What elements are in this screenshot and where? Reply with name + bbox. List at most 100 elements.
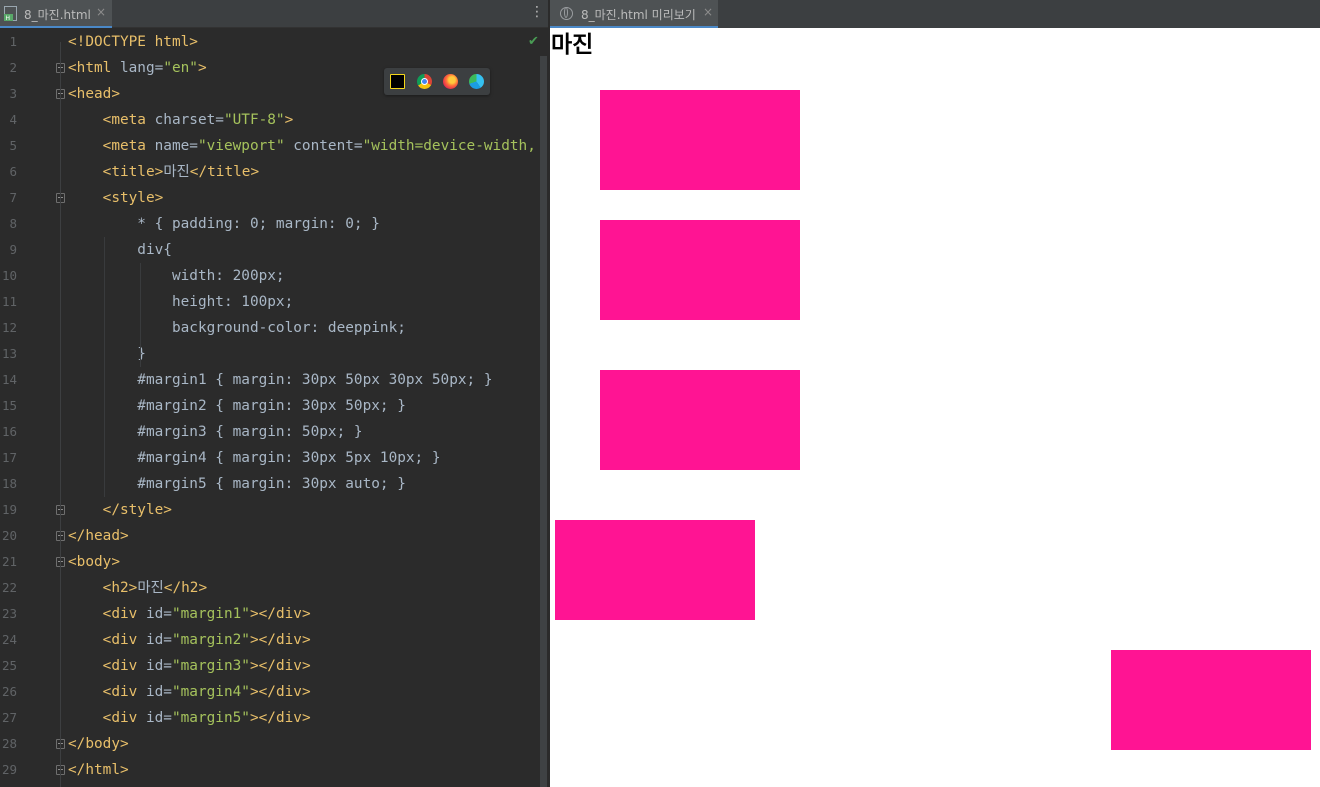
line-number: 28 xyxy=(1,736,17,751)
code-text[interactable]: <div id="margin5"></div> xyxy=(68,705,311,731)
code-text[interactable]: #margin4 { margin: 30px 5px 10px; } xyxy=(68,445,440,471)
code-text[interactable]: #margin2 { margin: 30px 50px; } xyxy=(68,393,406,419)
line-number: 15 xyxy=(1,398,17,413)
margin1-box xyxy=(600,90,800,190)
code-line[interactable]: 10 width: 200px; xyxy=(0,263,548,289)
code-line[interactable]: 12 background-color: deeppink; xyxy=(0,315,548,341)
editor-tab-bar: H 8_마진.html × ⋮ xyxy=(0,0,548,28)
code-line[interactable]: 26 <div id="margin4"></div> xyxy=(0,679,548,705)
line-number: 13 xyxy=(1,346,17,361)
preview-tab-bar: 8_마진.html 미리보기 × xyxy=(548,0,1320,28)
firefox-icon[interactable] xyxy=(443,74,458,89)
code-text[interactable]: <title>마진</title> xyxy=(68,159,259,185)
code-text[interactable]: <body> xyxy=(68,549,120,575)
code-text[interactable]: </head> xyxy=(68,523,129,549)
code-line[interactable]: 6 <title>마진</title> xyxy=(0,159,548,185)
code-text[interactable]: <meta charset="UTF-8"> xyxy=(68,107,294,133)
code-line[interactable]: 4 <meta charset="UTF-8"> xyxy=(0,107,548,133)
margin2-box xyxy=(600,220,800,320)
line-number: 18 xyxy=(1,476,17,491)
editor-scrollbar[interactable] xyxy=(540,56,547,787)
pycharm-icon[interactable] xyxy=(390,74,405,89)
code-text[interactable]: #margin1 { margin: 30px 50px 30px 50px; … xyxy=(68,367,492,393)
code-text[interactable]: </style> xyxy=(68,497,172,523)
code-text[interactable]: <div id="margin4"></div> xyxy=(68,679,311,705)
line-number: 2 xyxy=(9,60,17,75)
gutter-separator xyxy=(60,42,61,787)
code-text[interactable]: <div id="margin3"></div> xyxy=(68,653,311,679)
code-text[interactable]: width: 200px; xyxy=(68,263,285,289)
code-text[interactable]: <div id="margin2"></div> xyxy=(68,627,311,653)
code-line[interactable]: 17 #margin4 { margin: 30px 5px 10px; } xyxy=(0,445,548,471)
svg-text:H: H xyxy=(6,15,11,21)
code-text[interactable]: <meta name="viewport" content="width=dev… xyxy=(68,133,536,159)
line-number: 19 xyxy=(1,502,17,517)
html-file-icon: H xyxy=(4,6,17,21)
code-text[interactable]: height: 100px; xyxy=(68,289,293,315)
code-line[interactable]: 24 <div id="margin2"></div> xyxy=(0,627,548,653)
line-number: 14 xyxy=(1,372,17,387)
code-text[interactable]: <head> xyxy=(68,81,120,107)
close-icon[interactable]: × xyxy=(96,5,106,19)
code-line[interactable]: 28 </body> xyxy=(0,731,548,757)
line-number: 11 xyxy=(1,294,17,309)
code-line[interactable]: 22 <h2>마진</h2> xyxy=(0,575,548,601)
chrome-icon[interactable] xyxy=(417,74,432,89)
code-line[interactable]: 18 #margin5 { margin: 30px auto; } xyxy=(0,471,548,497)
code-editor-pane[interactable]: H 8_마진.html × ⋮ 1 <!DOCTYPE html> 2 <html l… xyxy=(0,0,548,787)
line-number: 24 xyxy=(1,632,17,647)
code-text[interactable]: <div id="margin1"></div> xyxy=(68,601,311,627)
code-text[interactable]: div{ xyxy=(68,237,172,263)
code-text[interactable]: <style> xyxy=(68,185,164,211)
edge-icon[interactable] xyxy=(469,74,484,89)
code-line[interactable]: 15 #margin2 { margin: 30px 50px; } xyxy=(0,393,548,419)
code-line[interactable]: 13 } xyxy=(0,341,548,367)
indent-guide xyxy=(140,263,141,367)
code-line[interactable]: 5 <meta name="viewport" content="width=d… xyxy=(0,133,548,159)
code-line[interactable]: 23 <div id="margin1"></div> xyxy=(0,601,548,627)
code-text[interactable]: </html> xyxy=(68,757,129,783)
line-number: 26 xyxy=(1,684,17,699)
indent-guide xyxy=(104,237,105,497)
pane-divider[interactable] xyxy=(548,0,550,787)
line-number: 5 xyxy=(9,138,17,153)
code-line[interactable]: 8 * { padding: 0; margin: 0; } xyxy=(0,211,548,237)
code-text[interactable]: <html lang="en"> xyxy=(68,55,207,81)
line-number: 1 xyxy=(9,34,17,49)
code-line[interactable]: 16 #margin3 { margin: 50px; } xyxy=(0,419,548,445)
line-number: 29 xyxy=(1,762,17,777)
code-line[interactable]: 20 </head> xyxy=(0,523,548,549)
margin5-box xyxy=(1111,650,1311,750)
code-text[interactable]: * { padding: 0; margin: 0; } xyxy=(68,211,380,237)
code-line[interactable]: 9 div{ xyxy=(0,237,548,263)
line-number: 25 xyxy=(1,658,17,673)
code-text[interactable]: </body> xyxy=(68,731,129,757)
code-text[interactable]: } xyxy=(68,341,146,367)
preview-heading: 마진 xyxy=(551,32,594,58)
code-line[interactable]: 27 <div id="margin5"></div> xyxy=(0,705,548,731)
close-icon[interactable]: × xyxy=(703,5,713,19)
open-in-browser-popup xyxy=(384,68,490,95)
globe-icon xyxy=(560,7,573,20)
code-line[interactable]: 19 </style> xyxy=(0,497,548,523)
html-preview-pane: 8_마진.html 미리보기 × 마진 xyxy=(548,0,1320,787)
code-line[interactable]: 21 <body> xyxy=(0,549,548,575)
code-line[interactable]: 7 <style> xyxy=(0,185,548,211)
editor-file-tab[interactable]: H 8_마진.html × xyxy=(0,0,112,28)
code-text[interactable]: #margin5 { margin: 30px auto; } xyxy=(68,471,406,497)
line-number: 4 xyxy=(9,112,17,127)
code-line[interactable]: 11 height: 100px; xyxy=(0,289,548,315)
preview-tab[interactable]: 8_마진.html 미리보기 × xyxy=(550,0,718,28)
line-number: 6 xyxy=(9,164,17,179)
code-area[interactable]: 1 <!DOCTYPE html> 2 <html lang="en"> 3 <head>… xyxy=(0,29,548,787)
more-options-icon[interactable]: ⋮ xyxy=(530,4,544,20)
code-text[interactable]: #margin3 { margin: 50px; } xyxy=(68,419,362,445)
code-line[interactable]: 29 </html> xyxy=(0,757,548,783)
code-text[interactable]: background-color: deeppink; xyxy=(68,315,406,341)
code-text[interactable]: <!DOCTYPE html> xyxy=(68,29,198,55)
code-line[interactable]: 25 <div id="margin3"></div> xyxy=(0,653,548,679)
line-number: 27 xyxy=(1,710,17,725)
code-line[interactable]: 1 <!DOCTYPE html> xyxy=(0,29,548,55)
code-line[interactable]: 14 #margin1 { margin: 30px 50px 30px 50p… xyxy=(0,367,548,393)
code-text[interactable]: <h2>마진</h2> xyxy=(68,575,207,601)
